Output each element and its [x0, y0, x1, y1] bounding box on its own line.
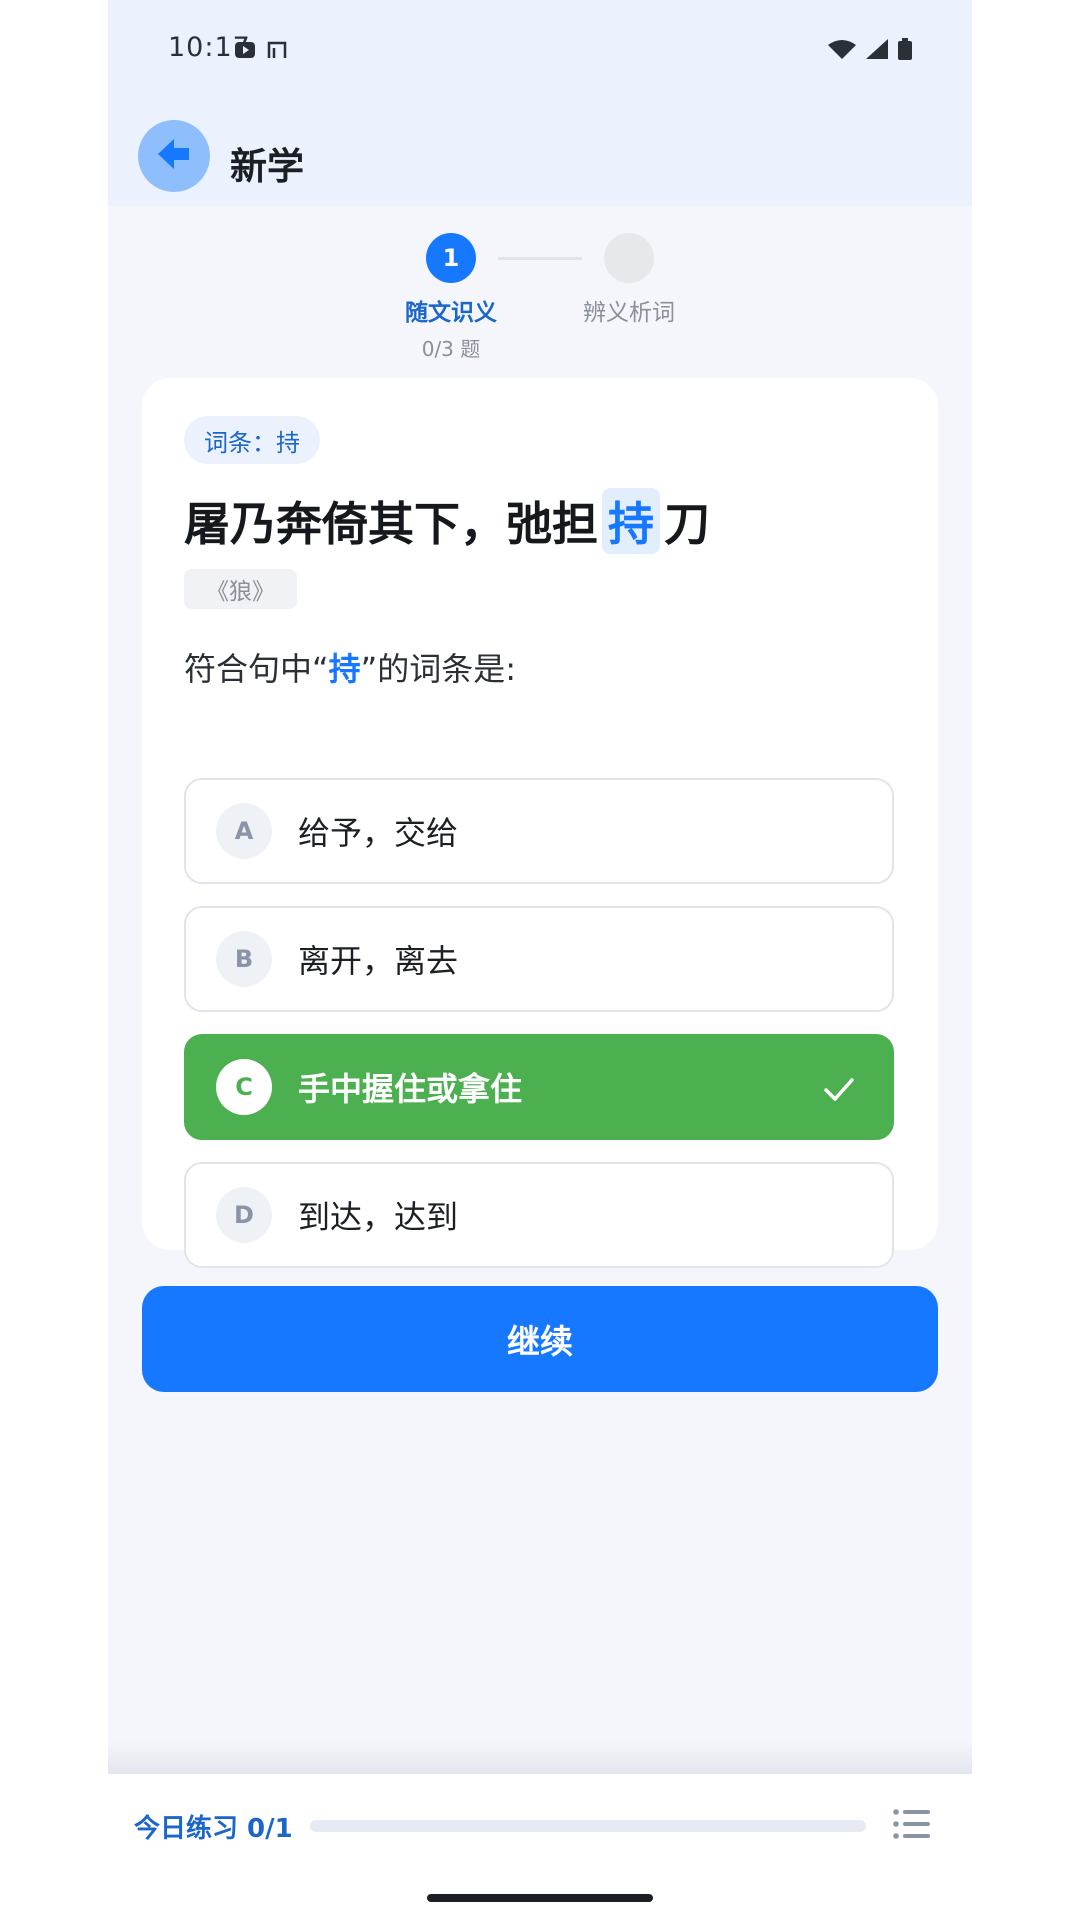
continue-button[interactable]: 继续 [142, 1286, 938, 1392]
header-bar: 10:17 新学 [108, 0, 972, 206]
step-1-label: 随文识义 [405, 300, 497, 326]
option-c[interactable]: C 手中握住或拿住 [184, 1034, 894, 1140]
step-2-indicator [604, 233, 654, 283]
app-screen: 10:17 新学 1 随文识义 0/3 题 辨义析词 词条：持 屠乃奔倚其下，弛… [108, 0, 972, 1920]
option-letter: D [216, 1187, 272, 1243]
list-icon [892, 1809, 932, 1848]
page-title: 新学 [230, 145, 304, 188]
option-text: 给予，交给 [298, 814, 459, 852]
sentence-text: 屠乃奔倚其下，弛担 [184, 497, 598, 551]
question-sentence: 屠乃奔倚其下，弛担 持 刀 [184, 488, 710, 554]
bottom-divider [108, 1740, 972, 1774]
entry-tag: 词条：持 [184, 416, 320, 464]
option-text: 手中握住或拿住 [298, 1070, 523, 1108]
question-card: 词条：持 屠乃奔倚其下，弛担 持 刀 《狼》 符合句中“持”的词条是: A 给予… [142, 378, 938, 1268]
status-icons [828, 38, 912, 64]
daily-progress-bar [310, 1820, 866, 1832]
sentence-text-end: 刀 [664, 497, 710, 551]
signal-icon [866, 39, 888, 63]
source-badge: 《狼》 [184, 569, 297, 609]
list-button[interactable] [892, 1804, 932, 1844]
prompt-text-end: ”的词条是: [360, 650, 516, 688]
screen-notification-icon [266, 40, 288, 64]
daily-practice-label: 今日练习 0/1 [134, 1814, 293, 1844]
question-prompt: 符合句中“持”的词条是: [184, 644, 516, 690]
step-2-label: 辨义析词 [583, 300, 675, 326]
wifi-icon [828, 39, 856, 63]
step-1-indicator: 1 [426, 233, 476, 283]
battery-icon [898, 38, 912, 64]
sentence-highlight: 持 [602, 488, 660, 554]
prompt-text: 符合句中“ [184, 650, 329, 688]
step-1-count: 0/3 题 [421, 337, 481, 361]
arrow-left-icon [156, 136, 192, 176]
option-a[interactable]: A 给予，交给 [184, 778, 894, 884]
check-icon [822, 1072, 856, 1110]
media-notification-icon [234, 40, 256, 64]
prompt-highlight: 持 [328, 650, 361, 688]
option-letter: B [216, 931, 272, 987]
option-text: 离开，离去 [298, 942, 459, 980]
option-d[interactable]: D 到达，达到 [184, 1162, 894, 1268]
step-connector [498, 257, 582, 260]
option-letter: A [216, 803, 272, 859]
option-b[interactable]: B 离开，离去 [184, 906, 894, 1012]
home-indicator[interactable] [427, 1894, 653, 1902]
option-text: 到达，达到 [298, 1198, 459, 1236]
option-letter: C [216, 1059, 272, 1115]
back-button[interactable] [138, 120, 210, 192]
